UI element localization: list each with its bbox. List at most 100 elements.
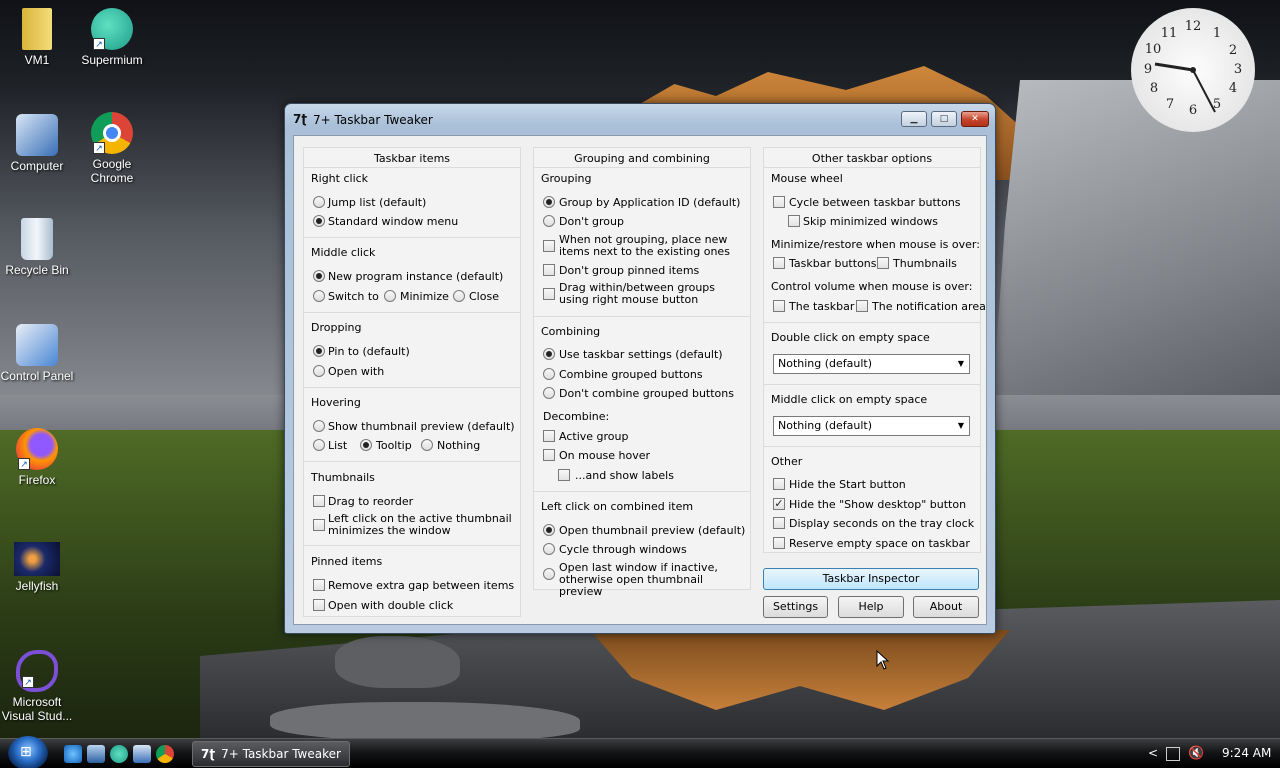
display-seconds-label[interactable]: Display seconds on the tray clock <box>789 517 974 530</box>
display-seconds-checkbox[interactable] <box>773 517 785 529</box>
place-new-items-label[interactable]: When not grouping, place new items next … <box>559 234 734 258</box>
close-label[interactable]: Close <box>469 290 499 303</box>
new-program-instance-radio[interactable] <box>313 270 325 282</box>
open-with-double-click-label[interactable]: Open with double click <box>328 599 453 612</box>
use-taskbar-settings-radio[interactable] <box>543 348 555 360</box>
desktop-icon-supermium[interactable]: ↗ Supermium <box>75 8 149 67</box>
skip-minimized-checkbox[interactable] <box>788 215 800 227</box>
show-thumbnail-preview-radio[interactable] <box>313 420 325 432</box>
taskbar-buttons-label[interactable]: Taskbar buttons <box>789 257 877 270</box>
show-labels-checkbox[interactable] <box>558 469 570 481</box>
pin-to-label[interactable]: Pin to (default) <box>328 345 410 358</box>
new-program-instance-label[interactable]: New program instance (default) <box>328 270 503 283</box>
clock-gadget[interactable]: 12 1 2 3 4 5 6 7 8 9 10 11 <box>1131 8 1255 132</box>
remove-extra-gap-label[interactable]: Remove extra gap between items <box>328 579 514 592</box>
dont-group-label[interactable]: Don't group <box>559 215 624 228</box>
desktop-icon-computer[interactable]: Computer <box>0 114 74 173</box>
notification-area-checkbox[interactable] <box>856 300 868 312</box>
taskbar-inspector-button[interactable]: Taskbar Inspector <box>763 568 979 590</box>
tray-clock[interactable]: 9:24 AM <box>1222 746 1271 760</box>
skip-minimized-label[interactable]: Skip minimized windows <box>803 215 938 228</box>
cycle-taskbar-buttons-checkbox[interactable] <box>773 196 785 208</box>
hide-show-desktop-checkbox[interactable]: ✓ <box>773 498 785 510</box>
switch-windows-icon[interactable] <box>133 745 151 763</box>
show-hidden-icons-chevron[interactable]: < <box>1148 746 1158 760</box>
drag-within-groups-checkbox[interactable] <box>543 288 555 300</box>
the-taskbar-label[interactable]: The taskbar <box>789 300 854 313</box>
nothing-label[interactable]: Nothing <box>437 439 480 452</box>
taskbar-task-7tt[interactable]: 7ʈ 7+ Taskbar Tweaker <box>192 741 350 767</box>
desktop-icon-jellyfish[interactable]: Jellyfish <box>0 542 74 593</box>
place-new-items-checkbox[interactable] <box>543 240 555 252</box>
open-with-label[interactable]: Open with <box>328 365 384 378</box>
reserve-empty-space-checkbox[interactable] <box>773 537 785 549</box>
volume-muted-icon[interactable]: 🔇 <box>1188 746 1204 761</box>
taskbar-buttons-checkbox[interactable] <box>773 257 785 269</box>
open-thumbnail-preview-label[interactable]: Open thumbnail preview (default) <box>559 524 745 537</box>
thumbnails-checkbox[interactable] <box>877 257 889 269</box>
minimize-label[interactable]: Minimize <box>400 290 449 303</box>
tooltip-label[interactable]: Tooltip <box>376 439 412 452</box>
show-thumbnail-preview-label[interactable]: Show thumbnail preview (default) <box>328 420 515 433</box>
active-group-checkbox[interactable] <box>543 430 555 442</box>
cycle-through-windows-radio[interactable] <box>543 543 555 555</box>
standard-window-menu-radio[interactable] <box>313 215 325 227</box>
jump-list-radio[interactable] <box>313 196 325 208</box>
show-labels-label[interactable]: ...and show labels <box>575 469 674 482</box>
on-mouse-hover-label[interactable]: On mouse hover <box>559 449 650 462</box>
nothing-radio[interactable] <box>421 439 433 451</box>
start-button[interactable]: ⊞ <box>8 736 48 768</box>
hide-start-button-checkbox[interactable] <box>773 478 785 490</box>
group-by-app-id-label[interactable]: Group by Application ID (default) <box>559 196 740 209</box>
drag-to-reorder-checkbox[interactable] <box>313 495 325 507</box>
open-with-double-click-checkbox[interactable] <box>313 599 325 611</box>
minimize-button[interactable]: ▁ <box>901 111 927 127</box>
open-last-window-radio[interactable] <box>543 568 555 580</box>
active-group-label[interactable]: Active group <box>559 430 628 443</box>
combine-grouped-radio[interactable] <box>543 368 555 380</box>
desktop-icon-recycle-bin[interactable]: Recycle Bin <box>0 218 74 277</box>
on-mouse-hover-checkbox[interactable] <box>543 449 555 461</box>
maximize-button[interactable]: □ <box>931 111 957 127</box>
hide-start-button-label[interactable]: Hide the Start button <box>789 478 906 491</box>
open-last-window-label[interactable]: Open last window if inactive, otherwise … <box>559 562 749 598</box>
about-button[interactable]: About <box>913 596 979 618</box>
desktop-icon-google-chrome[interactable]: ↗ Google Chrome <box>75 112 149 185</box>
left-click-minimizes-checkbox[interactable] <box>313 519 325 531</box>
use-taskbar-settings-label[interactable]: Use taskbar settings (default) <box>559 348 723 361</box>
desktop-icon-visual-studio[interactable]: ↗ Microsoft Visual Stud... <box>0 650 74 723</box>
hide-show-desktop-label[interactable]: Hide the "Show desktop" button <box>789 498 966 511</box>
network-icon[interactable] <box>1166 747 1180 761</box>
desktop-icon-vm1[interactable]: VM1 <box>0 8 74 67</box>
desktop-icon-firefox[interactable]: ↗ Firefox <box>0 428 74 487</box>
switch-to-radio[interactable] <box>313 290 325 302</box>
minimize-radio[interactable] <box>384 290 396 302</box>
dont-combine-grouped-radio[interactable] <box>543 387 555 399</box>
thumbnails-label[interactable]: Thumbnails <box>893 257 957 270</box>
open-with-radio[interactable] <box>313 365 325 377</box>
double-click-empty-dropdown[interactable]: Nothing (default) ▼ <box>773 354 970 374</box>
the-taskbar-checkbox[interactable] <box>773 300 785 312</box>
switch-to-label[interactable]: Switch to <box>328 290 379 303</box>
group-by-app-id-radio[interactable] <box>543 196 555 208</box>
middle-click-empty-dropdown[interactable]: Nothing (default) ▼ <box>773 416 970 436</box>
supermium-icon[interactable] <box>110 745 128 763</box>
left-click-minimizes-label[interactable]: Left click on the active thumbnail minim… <box>328 513 518 537</box>
remove-extra-gap-checkbox[interactable] <box>313 579 325 591</box>
internet-explorer-icon[interactable] <box>64 745 82 763</box>
drag-within-groups-label[interactable]: Drag within/between groups using right m… <box>559 282 744 306</box>
list-label[interactable]: List <box>328 439 347 452</box>
jump-list-label[interactable]: Jump list (default) <box>328 196 426 209</box>
settings-button[interactable]: Settings <box>763 596 828 618</box>
standard-window-menu-label[interactable]: Standard window menu <box>328 215 458 228</box>
dont-group-radio[interactable] <box>543 215 555 227</box>
reserve-empty-space-label[interactable]: Reserve empty space on taskbar <box>789 537 970 550</box>
close-radio[interactable] <box>453 290 465 302</box>
open-thumbnail-preview-radio[interactable] <box>543 524 555 536</box>
list-radio[interactable] <box>313 439 325 451</box>
dont-group-pinned-label[interactable]: Don't group pinned items <box>559 264 699 277</box>
help-button[interactable]: Help <box>838 596 904 618</box>
dont-group-pinned-checkbox[interactable] <box>543 264 555 276</box>
tooltip-radio[interactable] <box>360 439 372 451</box>
cycle-taskbar-buttons-label[interactable]: Cycle between taskbar buttons <box>789 196 961 209</box>
